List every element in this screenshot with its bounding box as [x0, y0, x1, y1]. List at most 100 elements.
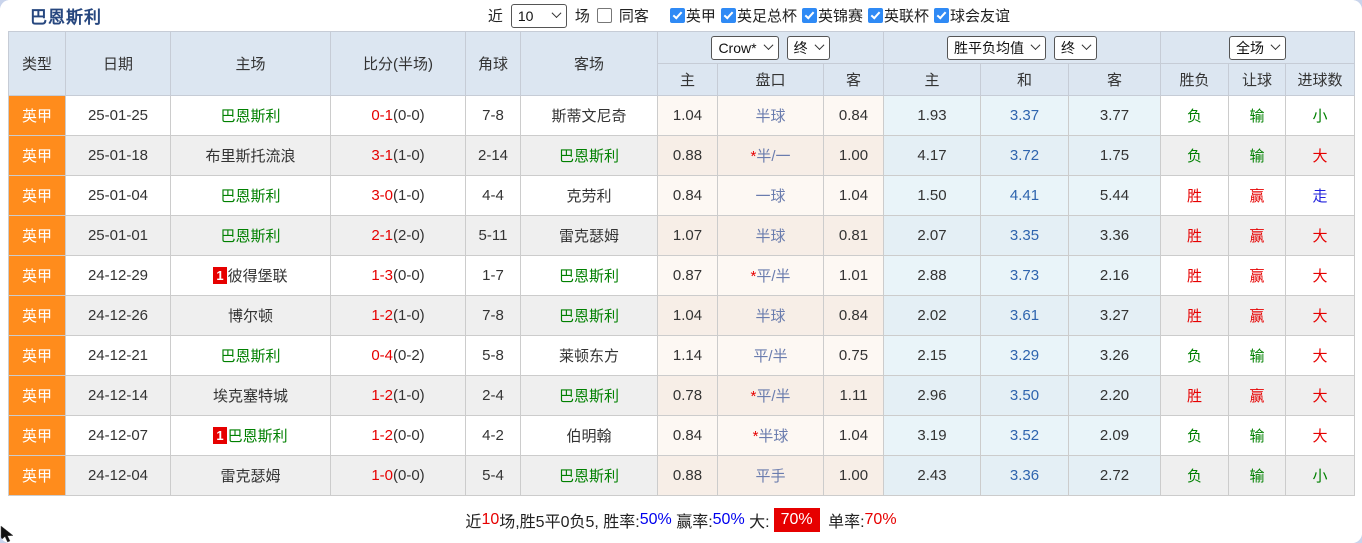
- result-cell: 胜: [1161, 216, 1229, 256]
- goals-result-cell: 小: [1286, 456, 1355, 496]
- date-cell: 24-12-14: [66, 376, 171, 416]
- handicap-line-cell: *半球: [718, 416, 824, 456]
- score-cell: 1-3(0-0): [331, 256, 466, 296]
- away-team-name: 伯明翰: [566, 428, 611, 445]
- table-row: 英甲 24-12-04 雷克瑟姆 1-0(0-0) 5-4 巴恩斯利 0.88 …: [9, 456, 1355, 496]
- lose-odds: 3.77: [1069, 96, 1161, 136]
- handicap-home-odds: 0.88: [658, 136, 718, 176]
- league-filter-checkbox[interactable]: [670, 8, 685, 23]
- handicap-home-odds: 0.87: [658, 256, 718, 296]
- league-filter-label: 英锦赛: [818, 5, 863, 26]
- handicap-line-cell: *平/半: [718, 256, 824, 296]
- lose-odds: 3.36: [1069, 216, 1161, 256]
- handicap-away-odds: 0.84: [824, 296, 884, 336]
- draw-odds: 3.50: [981, 376, 1069, 416]
- league-badge: 英甲: [9, 376, 66, 416]
- matches-table: 类型 日期 主场 比分(半场) 角球 客场 Crow* 终: [8, 31, 1355, 496]
- col-corners: 角球: [466, 32, 521, 96]
- table-row: 英甲 25-01-25 巴恩斯利 0-1(0-0) 7-8 斯蒂文尼奇 1.04…: [9, 96, 1355, 136]
- handicap-result-cell: 赢: [1229, 176, 1286, 216]
- league-badge: 英甲: [9, 416, 66, 456]
- date-cell: 24-12-21: [66, 336, 171, 376]
- away-team-cell: 雷克瑟姆: [521, 216, 658, 256]
- league-badge: 英甲: [9, 136, 66, 176]
- score-cell: 3-0(1-0): [331, 176, 466, 216]
- home-team-name: 雷克瑟姆: [220, 468, 280, 485]
- odds-company-select[interactable]: Crow*: [711, 36, 778, 60]
- check-icon: [937, 9, 947, 19]
- handicap-home-odds: 1.07: [658, 216, 718, 256]
- recent-count-select[interactable]: 10: [511, 4, 567, 28]
- corners-cell: 7-8: [466, 96, 521, 136]
- league-filter-checkbox[interactable]: [934, 8, 949, 23]
- league-filter-label: 球会友谊: [950, 5, 1010, 26]
- handicap-result-cell: 赢: [1229, 296, 1286, 336]
- goals-result-cell: 大: [1286, 416, 1355, 456]
- draw-odds: 3.35: [981, 216, 1069, 256]
- goals-result-cell: 大: [1286, 336, 1355, 376]
- home-team-cell: 巴恩斯利: [171, 96, 331, 136]
- subcol-handicap-away: 客: [824, 64, 884, 96]
- team-title: 巴恩斯利: [30, 3, 102, 28]
- win-odds: 1.50: [884, 176, 981, 216]
- result-cell: 负: [1161, 456, 1229, 496]
- match-stats-panel: 巴恩斯利 近 10 场 同客 英甲英足总杯英锦赛英联杯球会友谊 类型 日期: [0, 0, 1362, 543]
- summary-segment: 近: [465, 508, 481, 532]
- draw-odds: 4.41: [981, 176, 1069, 216]
- league-filter-item: 球会友谊: [929, 5, 1010, 26]
- rank-badge: 1: [213, 267, 226, 284]
- corners-cell: 1-7: [466, 256, 521, 296]
- lose-odds: 2.09: [1069, 416, 1161, 456]
- handicap-home-odds: 0.84: [658, 416, 718, 456]
- table-header: 类型 日期 主场 比分(半场) 角球 客场 Crow* 终: [9, 32, 1355, 96]
- handicap-result-cell: 输: [1229, 456, 1286, 496]
- rank-badge: 1: [213, 427, 226, 444]
- date-cell: 25-01-01: [66, 216, 171, 256]
- corners-cell: 2-4: [466, 376, 521, 416]
- away-team-cell: 斯蒂文尼奇: [521, 96, 658, 136]
- check-icon: [805, 9, 815, 19]
- result-cell: 胜: [1161, 296, 1229, 336]
- handicap-home-odds: 1.14: [658, 336, 718, 376]
- handicap-home-odds: 0.78: [658, 376, 718, 416]
- handicap-away-odds: 1.00: [824, 136, 884, 176]
- lose-odds: 3.27: [1069, 296, 1161, 336]
- league-filter-checkbox[interactable]: [721, 8, 736, 23]
- win-odds: 2.96: [884, 376, 981, 416]
- wdl-type-select[interactable]: 胜平负均值: [947, 36, 1046, 60]
- draw-odds: 3.52: [981, 416, 1069, 456]
- lose-odds: 5.44: [1069, 176, 1161, 216]
- away-team-cell: 巴恩斯利: [521, 296, 658, 336]
- corners-cell: 2-14: [466, 136, 521, 176]
- goals-result-cell: 小: [1286, 96, 1355, 136]
- handicap-away-odds: 1.11: [824, 376, 884, 416]
- win-odds: 1.93: [884, 96, 981, 136]
- league-badge: 英甲: [9, 336, 66, 376]
- corners-cell: 4-4: [466, 176, 521, 216]
- score-cell: 1-2(1-0): [331, 296, 466, 336]
- table-row: 英甲 24-12-26 博尔顿 1-2(1-0) 7-8 巴恩斯利 1.04 半…: [9, 296, 1355, 336]
- league-filter-checkbox[interactable]: [868, 8, 883, 23]
- away-team-name: 巴恩斯利: [559, 268, 619, 285]
- away-team-name: 巴恩斯利: [559, 468, 619, 485]
- home-team-name: 巴恩斯利: [228, 428, 288, 445]
- home-team-name: 布里斯托流浪: [205, 148, 295, 165]
- away-team-cell: 巴恩斯利: [521, 376, 658, 416]
- win-odds: 3.19: [884, 416, 981, 456]
- home-team-cell: 1彼得堡联: [171, 256, 331, 296]
- result-group-header: 全场: [1161, 32, 1355, 64]
- handicap-time-select[interactable]: 终: [787, 36, 830, 60]
- date-cell: 24-12-26: [66, 296, 171, 336]
- away-team-cell: 克劳利: [521, 176, 658, 216]
- same-away-checkbox[interactable]: [597, 8, 612, 23]
- scope-select[interactable]: 全场: [1229, 36, 1286, 60]
- home-team-cell: 雷克瑟姆: [171, 456, 331, 496]
- mouse-cursor-icon: [0, 525, 14, 543]
- result-cell: 负: [1161, 416, 1229, 456]
- league-filter-checkbox[interactable]: [802, 8, 817, 23]
- table-row: 英甲 24-12-14 埃克塞特城 1-2(1-0) 2-4 巴恩斯利 0.78…: [9, 376, 1355, 416]
- table-row: 英甲 25-01-01 巴恩斯利 2-1(2-0) 5-11 雷克瑟姆 1.07…: [9, 216, 1355, 256]
- wdl-time-select[interactable]: 终: [1054, 36, 1097, 60]
- league-badge: 英甲: [9, 176, 66, 216]
- league-filter-label: 英足总杯: [737, 5, 797, 26]
